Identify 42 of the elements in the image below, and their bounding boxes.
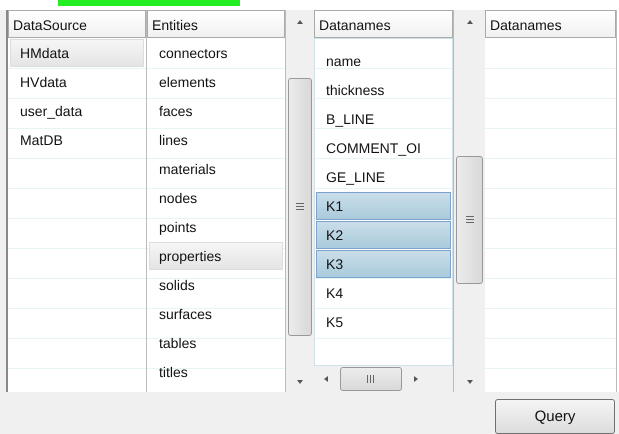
left-arrow-icon[interactable] [322, 374, 330, 384]
list-item[interactable]: K4 [316, 279, 451, 307]
right-arrow-icon[interactable] [412, 374, 420, 384]
list-item[interactable]: B_LINE [316, 105, 451, 133]
up-arrow-icon[interactable] [295, 18, 305, 26]
scrollbar[interactable] [286, 10, 314, 392]
list-item[interactable]: tables [149, 329, 283, 357]
scrollbar[interactable] [454, 10, 485, 392]
scroll-thumb[interactable] [340, 367, 402, 391]
list-item[interactable]: connectors [149, 39, 283, 67]
list-item[interactable]: solids [149, 271, 283, 299]
list-item[interactable]: titles [149, 358, 283, 386]
list-item[interactable]: materials [149, 155, 283, 183]
list-item[interactable]: MatDB [10, 126, 144, 154]
list-item[interactable]: GE_LINE [316, 163, 451, 191]
down-arrow-icon[interactable] [295, 378, 305, 386]
column-header[interactable]: Datanames [485, 10, 616, 38]
column-header[interactable]: Entities [147, 10, 285, 38]
list-item[interactable]: HVdata [10, 68, 144, 96]
list-item[interactable]: COMMENT_OI [316, 134, 451, 162]
list-item[interactable]: K5 [316, 308, 451, 336]
list-item[interactable]: K3 [316, 250, 451, 278]
list-item[interactable]: surfaces [149, 300, 283, 328]
list-item[interactable]: HMdata [10, 39, 144, 67]
query-button[interactable]: Query [495, 399, 615, 434]
column-header[interactable]: Datanames [314, 10, 453, 38]
list-item[interactable]: user_data [10, 97, 144, 125]
list-item[interactable]: points [149, 213, 283, 241]
scroll-thumb[interactable] [288, 78, 312, 336]
column-header[interactable]: DataSource [8, 10, 146, 38]
list-item[interactable]: K2 [316, 221, 451, 249]
list-item[interactable]: elements [149, 68, 283, 96]
list-item[interactable]: K1 [316, 192, 451, 220]
scroll-thumb[interactable] [456, 156, 483, 284]
list-item[interactable]: name [316, 47, 451, 75]
list-item[interactable]: faces [149, 97, 283, 125]
up-arrow-icon[interactable] [464, 18, 474, 26]
list-item[interactable]: nodes [149, 184, 283, 212]
list-item[interactable]: thickness [316, 76, 451, 104]
list-item[interactable]: lines [149, 126, 283, 154]
down-arrow-icon[interactable] [464, 378, 474, 386]
list-item[interactable]: properties [149, 242, 283, 270]
